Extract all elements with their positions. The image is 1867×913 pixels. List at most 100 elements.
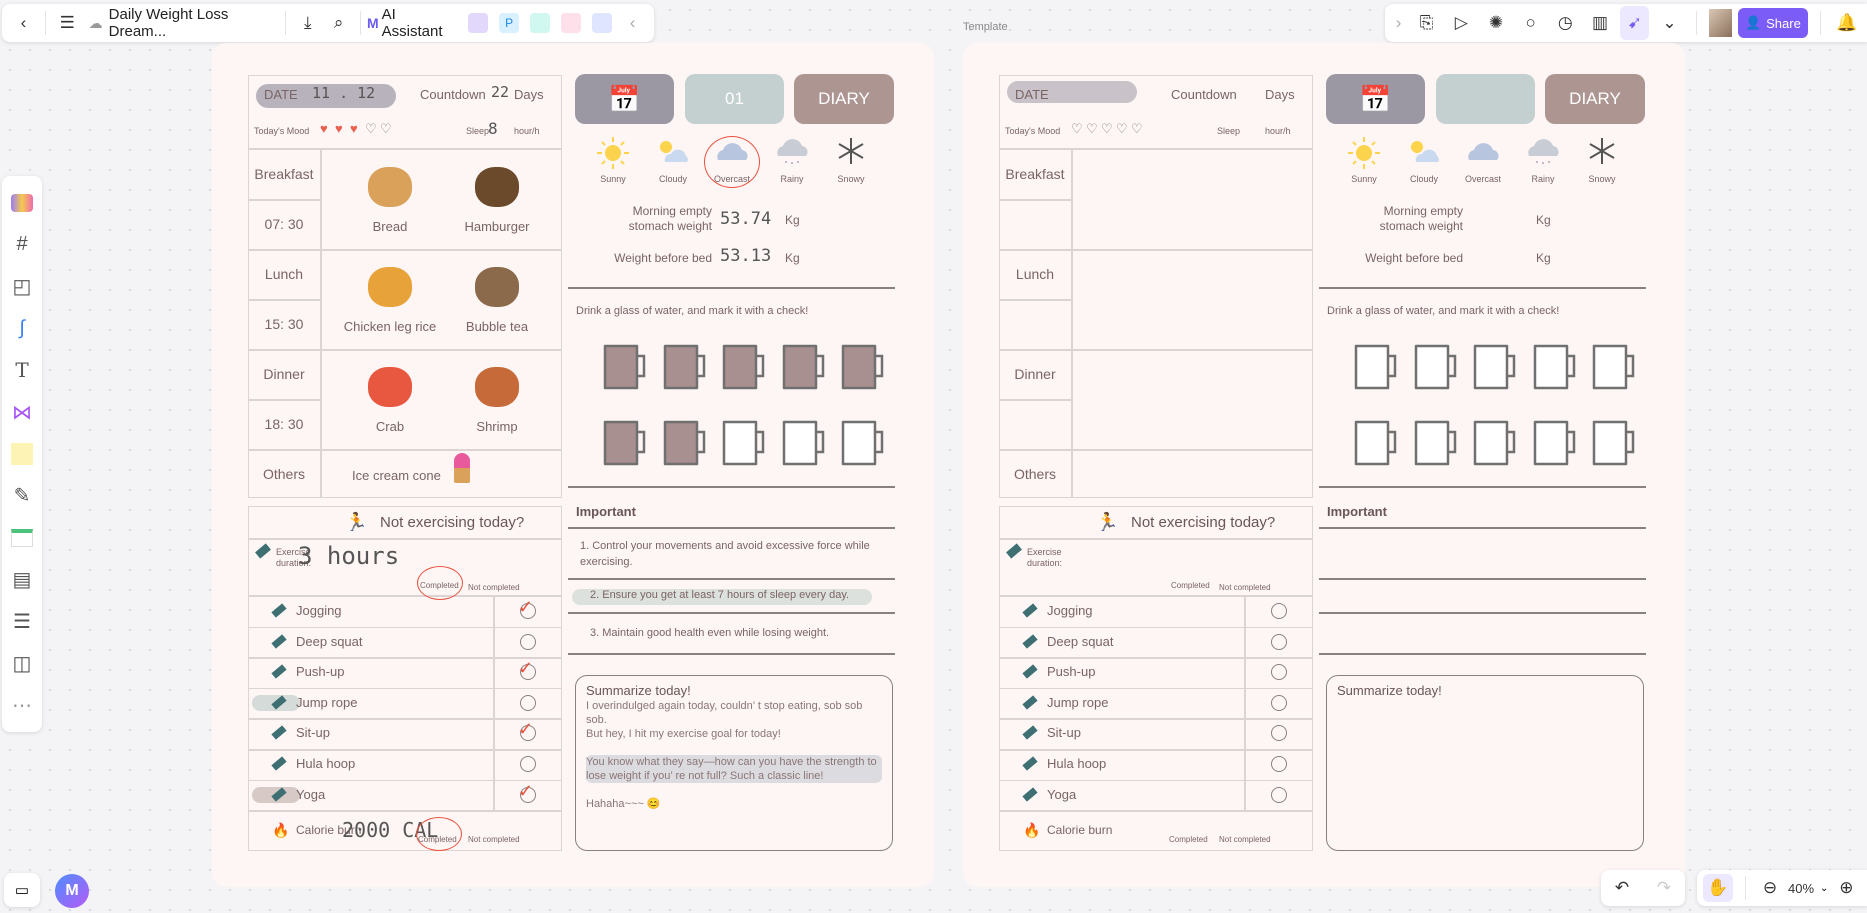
exercise-checkbox[interactable]: [1271, 786, 1287, 803]
pen-icon[interactable]: ✎: [2, 476, 42, 516]
document-title[interactable]: Daily Weight Loss Dream...: [109, 6, 274, 40]
divider: [999, 199, 1071, 201]
water-mug-checkbox[interactable]: [601, 342, 649, 393]
download-icon[interactable]: ⤓: [292, 6, 323, 40]
frame-icon[interactable]: #: [2, 225, 42, 265]
table-icon[interactable]: [2, 518, 42, 558]
diary-button[interactable]: DIARY: [1545, 74, 1645, 124]
water-mug-checkbox[interactable]: [839, 418, 887, 469]
templates-icon[interactable]: [2, 183, 42, 223]
minimap-button[interactable]: ▭: [4, 873, 40, 907]
weather-rainy-icon[interactable]: [774, 136, 810, 171]
menu-icon[interactable]: ☰: [52, 6, 83, 40]
flowchart-icon[interactable]: [555, 6, 586, 40]
shape-icon[interactable]: ◰: [2, 267, 42, 307]
comment-icon[interactable]: ○: [1516, 6, 1545, 40]
water-mug-checkbox[interactable]: [720, 342, 768, 393]
weather-snowy-icon[interactable]: [1584, 136, 1620, 171]
ai-floating-button[interactable]: M: [55, 874, 89, 908]
summary-box[interactable]: Summarize today! I overindulged again tod…: [575, 675, 893, 851]
undo-icon[interactable]: ↶: [1605, 871, 1639, 905]
water-mug-checkbox[interactable]: [1412, 418, 1460, 469]
weather-sunny-icon[interactable]: [595, 136, 631, 175]
exercise-checkbox[interactable]: [1271, 603, 1287, 619]
cursor-icon[interactable]: ➹: [1620, 6, 1650, 40]
summary-box[interactable]: Summarize today!: [1326, 675, 1644, 851]
exercise-checkbox[interactable]: [1271, 756, 1287, 772]
water-mug-checkbox[interactable]: [780, 342, 828, 393]
divider: [999, 779, 1313, 782]
water-mug-checkbox[interactable]: [1412, 342, 1460, 393]
divider: [44, 11, 46, 35]
comment-app-icon[interactable]: [586, 6, 617, 40]
weather-rainy-icon[interactable]: [1525, 136, 1561, 171]
water-mug-checkbox[interactable]: [780, 418, 828, 469]
weather-snowy-icon[interactable]: [833, 136, 869, 171]
more-tools-icon[interactable]: ⋯: [2, 685, 42, 725]
water-mug-checkbox[interactable]: [661, 342, 709, 393]
template-icon[interactable]: ⎘: [1412, 6, 1441, 40]
text-icon[interactable]: T: [2, 350, 42, 390]
weather-cloudy-icon[interactable]: [655, 136, 691, 171]
p-app-icon[interactable]: P: [494, 6, 525, 40]
water-mug-checkbox[interactable]: [1352, 342, 1400, 393]
exercise-checkbox[interactable]: [520, 694, 536, 711]
divider: [568, 578, 895, 580]
zoom-out-icon[interactable]: ⊖: [1758, 871, 1782, 905]
water-mug-checkbox[interactable]: [1352, 418, 1400, 469]
exercise-checkbox[interactable]: [1271, 694, 1287, 711]
avatar[interactable]: [1708, 9, 1733, 37]
calendar-button[interactable]: 📅: [1326, 74, 1425, 124]
water-mug-checkbox[interactable]: [661, 418, 709, 469]
sticky-note-icon[interactable]: [2, 434, 42, 474]
water-mug-checkbox[interactable]: [1531, 342, 1579, 393]
diary-button[interactable]: DIARY: [794, 74, 894, 124]
summary-line: But hey, I hit my exercise goal for toda…: [586, 728, 781, 740]
zoom-in-icon[interactable]: ⊕: [1834, 871, 1858, 905]
chart-icon[interactable]: ▥: [1586, 6, 1615, 40]
weather-cloudy-icon[interactable]: [1406, 136, 1442, 171]
water-mug-checkbox[interactable]: [839, 342, 887, 393]
water-mug-checkbox[interactable]: [1590, 418, 1638, 469]
image-gen-icon[interactable]: [463, 6, 494, 40]
water-mug-checkbox[interactable]: [1471, 342, 1519, 393]
exercise-checkbox[interactable]: [1271, 633, 1287, 650]
exercise-checkbox[interactable]: [520, 756, 536, 772]
diary-page-filled[interactable]: DATE 11 . 12 Countdown 22 Days Today's Mood ♥ ♥…: [212, 43, 934, 887]
day-number-button[interactable]: 01: [685, 74, 784, 124]
water-mug-checkbox[interactable]: [601, 418, 649, 469]
zoom-dropdown-icon[interactable]: ⌄: [1820, 883, 1828, 894]
water-mug-checkbox[interactable]: [720, 418, 768, 469]
hand-tool-icon[interactable]: ✋: [1703, 874, 1733, 902]
redo-icon[interactable]: ↷: [1647, 871, 1681, 905]
search-icon[interactable]: ⌕: [323, 6, 354, 40]
bell-icon[interactable]: 🔔: [1832, 6, 1861, 40]
water-mug-checkbox[interactable]: [1531, 418, 1579, 469]
mindmap-icon[interactable]: [525, 6, 556, 40]
connector-icon[interactable]: ∫: [2, 308, 42, 348]
mindmap-tool-icon[interactable]: ⋈: [2, 392, 42, 432]
water-mug-checkbox[interactable]: [1471, 418, 1519, 469]
ai-assistant-button[interactable]: AI Assistant: [382, 6, 453, 40]
collapse-icon[interactable]: ‹: [617, 6, 648, 40]
document-icon[interactable]: ▤: [2, 560, 42, 600]
list-icon[interactable]: ☰: [2, 601, 42, 641]
day-number-button[interactable]: [1436, 74, 1535, 124]
weather-overcast-icon[interactable]: [1465, 136, 1501, 169]
weather-sunny-icon[interactable]: [1346, 136, 1382, 175]
more-chevrons-icon[interactable]: ⌄: [1655, 6, 1684, 40]
back-icon[interactable]: ‹: [8, 6, 39, 40]
share-button[interactable]: 👤 Share: [1738, 8, 1808, 38]
diary-page-template[interactable]: DATE Countdown Days Today's Mood ♡ ♡ ♡ ♡ ♡ Sleep h…: [963, 43, 1685, 887]
present-icon[interactable]: ▷: [1447, 6, 1476, 40]
timer-icon[interactable]: ◷: [1551, 6, 1580, 40]
calendar-button[interactable]: 📅: [575, 74, 674, 124]
exercise-checkbox[interactable]: [520, 633, 536, 650]
others-food: Ice cream cone: [352, 468, 441, 483]
layout-icon[interactable]: ◫: [2, 643, 42, 683]
water-mug-checkbox[interactable]: [1590, 342, 1638, 393]
celebrate-icon[interactable]: ✺: [1482, 6, 1511, 40]
zoom-level[interactable]: 40%: [1788, 881, 1814, 896]
top-toolbar-right: › ⎘ ▷ ✺ ○ ◷ ▥ ➹ ⌄ 👤 Share 🔔: [1385, 4, 1867, 42]
expand-icon[interactable]: ›: [1391, 6, 1406, 40]
